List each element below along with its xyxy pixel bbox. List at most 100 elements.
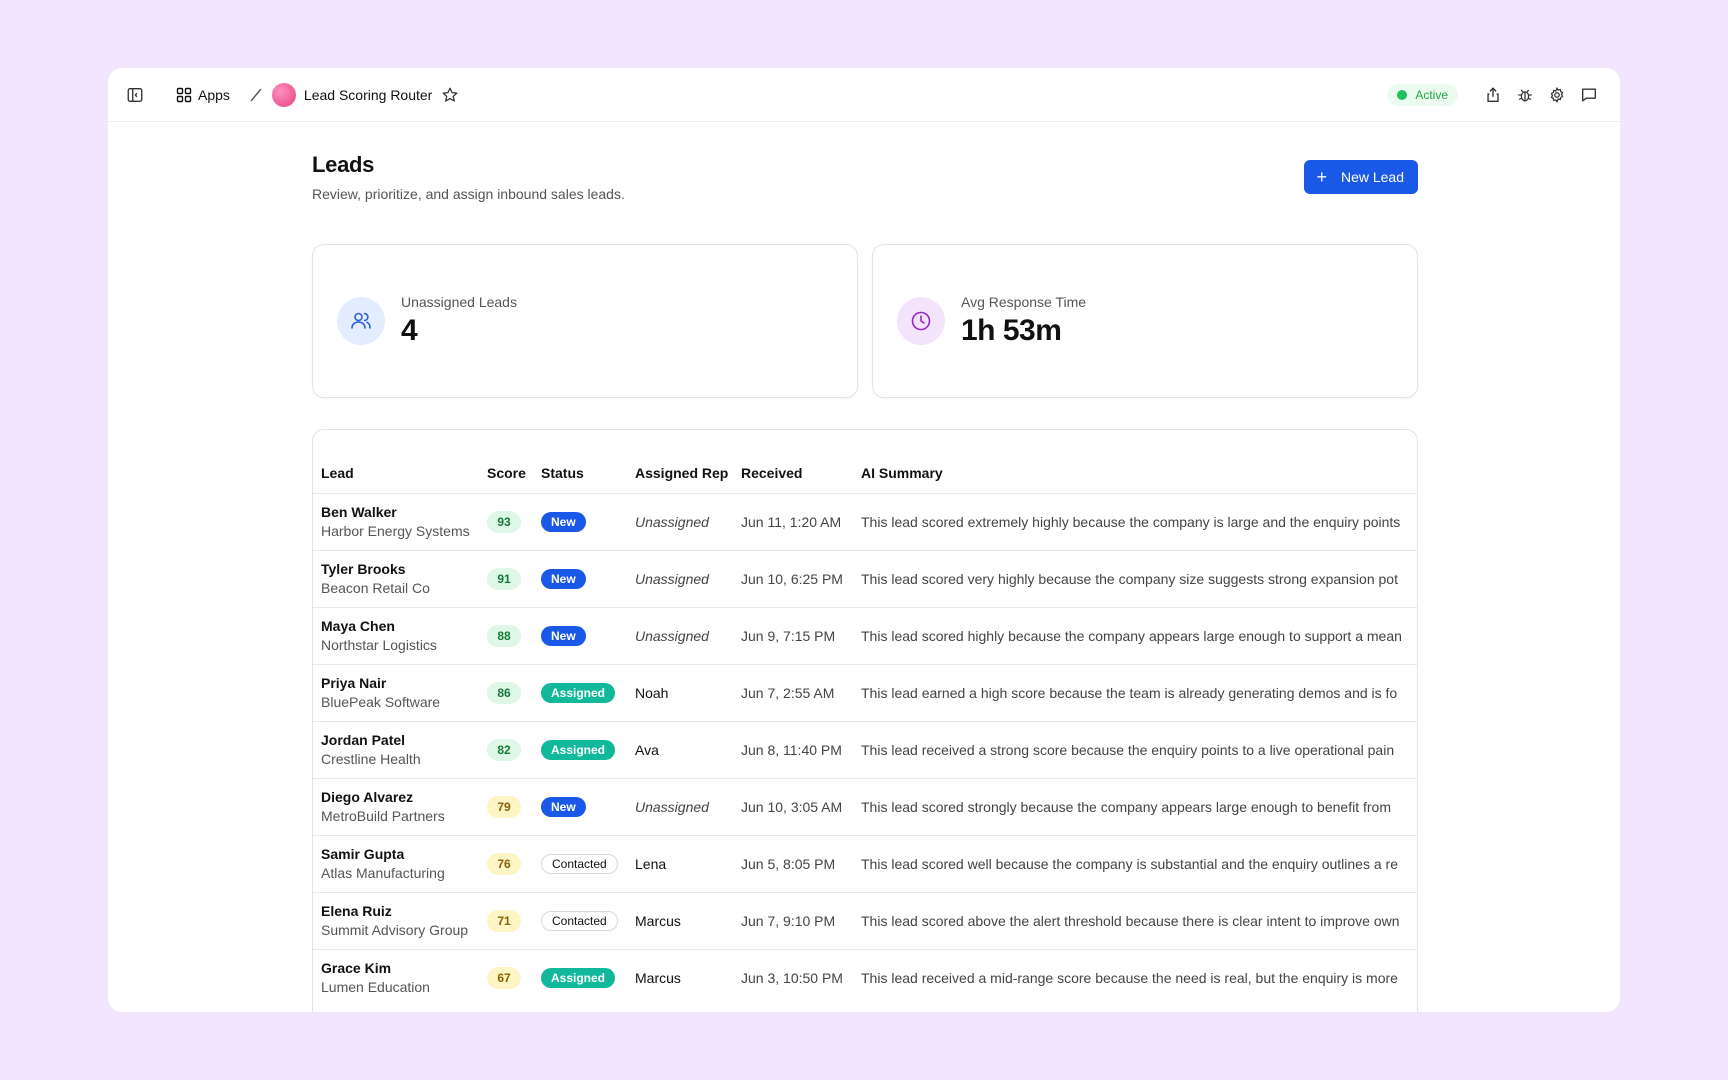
status-badge: Assigned bbox=[541, 682, 616, 703]
stat-label: Avg Response Time bbox=[961, 294, 1087, 310]
score-cell: 91 bbox=[479, 550, 533, 608]
lead-company: BluePeak Software bbox=[321, 694, 441, 710]
assigned-rep: Ava bbox=[635, 741, 659, 758]
lead-name: Jordan Patel bbox=[321, 732, 406, 748]
received-time: Jun 5, 8:05 PM bbox=[741, 855, 836, 872]
comment-icon[interactable] bbox=[1578, 84, 1600, 106]
status-cell: Assigned bbox=[533, 949, 627, 1006]
assigned-rep: Unassigned bbox=[635, 513, 709, 530]
new-lead-button[interactable]: + New Lead bbox=[1304, 160, 1418, 194]
stat-label: Unassigned Leads bbox=[401, 294, 517, 310]
table-row[interactable]: Grace Kim Lumen Education 67 Assigned Marcus… bbox=[313, 949, 1417, 1006]
status-cell: New bbox=[533, 607, 627, 665]
stats-row: Unassigned Leads 4 Avg Response Time 1h … bbox=[312, 244, 1418, 398]
column-header-assigned-rep[interactable]: Assigned Rep bbox=[627, 430, 733, 494]
score-cell: 93 bbox=[479, 493, 533, 551]
main-content: Leads Review, prioritize, and assign inb… bbox=[312, 152, 1418, 1012]
plus-icon: + bbox=[1316, 167, 1327, 187]
score-badge: 91 bbox=[487, 567, 521, 590]
score-badge: 79 bbox=[487, 795, 521, 818]
assigned-rep: Unassigned bbox=[635, 570, 709, 587]
received-time: Jun 7, 2:55 AM bbox=[741, 684, 835, 701]
rep-cell: Unassigned bbox=[627, 778, 733, 836]
score-cell: 82 bbox=[479, 721, 533, 779]
gear-icon[interactable] bbox=[1546, 84, 1568, 106]
received-cell: Jun 7, 2:55 AM bbox=[733, 664, 853, 722]
ai-summary: This lead scored very highly because the… bbox=[861, 570, 1398, 587]
table-header-row: Lead Score Status Assigned Rep Received … bbox=[313, 430, 1417, 494]
rep-cell: Marcus bbox=[627, 949, 733, 1006]
status-badge: New bbox=[541, 625, 586, 646]
apps-label: Apps bbox=[198, 86, 230, 103]
score-cell: 86 bbox=[479, 664, 533, 722]
page-subtitle: Review, prioritize, and assign inbound s… bbox=[312, 186, 625, 202]
grid-icon bbox=[176, 87, 192, 102]
rep-cell: Unassigned bbox=[627, 607, 733, 665]
app-name[interactable]: Lead Scoring Router bbox=[304, 87, 432, 103]
leads-table: Lead Score Status Assigned Rep Received … bbox=[313, 430, 1417, 1006]
table-row[interactable]: Maya Chen Northstar Logistics 88 New Unassig… bbox=[313, 607, 1417, 665]
status-cell: New bbox=[533, 493, 627, 551]
top-bar: Apps Lead Scoring Router Active bbox=[108, 68, 1620, 122]
new-lead-label: New Lead bbox=[1340, 169, 1404, 185]
lead-name: Samir Gupta bbox=[321, 846, 405, 862]
lead-company: MetroBuild Partners bbox=[321, 808, 445, 824]
column-header-ai-summary[interactable]: AI Summary bbox=[853, 430, 1417, 494]
lead-company: Crestline Health bbox=[321, 751, 421, 767]
received-cell: Jun 10, 6:25 PM bbox=[733, 550, 853, 608]
score-badge: 71 bbox=[487, 909, 521, 932]
lead-cell: Elena Ruiz Summit Advisory Group bbox=[313, 892, 479, 950]
received-cell: Jun 7, 9:10 PM bbox=[733, 892, 853, 950]
lead-cell: Diego Alvarez MetroBuild Partners bbox=[313, 778, 479, 836]
score-badge: 86 bbox=[487, 681, 521, 704]
status-badge: Contacted bbox=[541, 910, 618, 931]
table-row[interactable]: Samir Gupta Atlas Manufacturing 76 Contacte… bbox=[313, 835, 1417, 893]
received-time: Jun 10, 6:25 PM bbox=[741, 570, 843, 587]
lead-cell: Priya Nair BluePeak Software bbox=[313, 664, 479, 722]
apps-link[interactable]: Apps bbox=[176, 87, 230, 103]
column-header-lead[interactable]: Lead bbox=[313, 430, 479, 494]
status-label: Active bbox=[1415, 88, 1448, 102]
status-badge: Assigned bbox=[541, 739, 616, 760]
table-row[interactable]: Elena Ruiz Summit Advisory Group 71 Contact… bbox=[313, 892, 1417, 950]
ai-summary: This lead scored strongly because the co… bbox=[861, 798, 1391, 815]
lead-cell: Jordan Patel Crestline Health bbox=[313, 721, 479, 779]
table-row[interactable]: Diego Alvarez MetroBuild Partners 79 New Una… bbox=[313, 778, 1417, 836]
column-header-score[interactable]: Score bbox=[479, 430, 533, 494]
summary-cell: This lead earned a high score because th… bbox=[853, 664, 1417, 722]
column-header-status[interactable]: Status bbox=[533, 430, 627, 494]
rep-cell: Unassigned bbox=[627, 550, 733, 608]
score-badge: 67 bbox=[487, 966, 521, 989]
ai-summary: This lead scored well because the compan… bbox=[861, 855, 1398, 872]
ai-summary: This lead received a strong score becaus… bbox=[861, 741, 1395, 758]
lead-name: Grace Kim bbox=[321, 960, 392, 977]
stat-card-unassigned: Unassigned Leads 4 bbox=[312, 244, 858, 398]
received-time: Jun 7, 9:10 PM bbox=[741, 912, 836, 929]
table-row[interactable]: Tyler Brooks Beacon Retail Co 91 New Unassig… bbox=[313, 550, 1417, 608]
sidebar-toggle-icon[interactable] bbox=[124, 84, 146, 106]
summary-cell: This lead scored well because the compan… bbox=[853, 835, 1417, 893]
table-row[interactable]: Priya Nair BluePeak Software 86 Assigned Noa… bbox=[313, 664, 1417, 722]
status-badge: Assigned bbox=[541, 967, 616, 988]
lead-cell: Samir Gupta Atlas Manufacturing bbox=[313, 835, 479, 893]
rep-cell: Ava bbox=[627, 721, 733, 779]
ai-summary: This lead scored extremely highly becaus… bbox=[861, 513, 1401, 530]
lead-company: Northstar Logistics bbox=[321, 637, 437, 653]
stat-value: 4 bbox=[401, 314, 418, 347]
summary-cell: This lead scored highly because the comp… bbox=[853, 607, 1417, 665]
rep-cell: Marcus bbox=[627, 892, 733, 950]
assigned-rep: Unassigned bbox=[635, 798, 709, 815]
table-row[interactable]: Jordan Patel Crestline Health 82 Assigned Av… bbox=[313, 721, 1417, 779]
bug-icon[interactable] bbox=[1514, 84, 1536, 106]
assigned-rep: Marcus bbox=[635, 912, 681, 929]
star-icon[interactable] bbox=[441, 86, 459, 104]
status-badge: New bbox=[541, 511, 586, 532]
stat-card-response-time: Avg Response Time 1h 53m bbox=[872, 244, 1418, 398]
status-cell: New bbox=[533, 550, 627, 608]
rep-cell: Noah bbox=[627, 664, 733, 722]
received-time: Jun 8, 11:40 PM bbox=[741, 741, 842, 758]
share-icon[interactable] bbox=[1482, 84, 1504, 106]
column-header-received[interactable]: Received bbox=[733, 430, 853, 494]
status-cell: Contacted bbox=[533, 835, 627, 893]
table-row[interactable]: Ben Walker Harbor Energy Systems 93 New Unas… bbox=[313, 493, 1417, 551]
